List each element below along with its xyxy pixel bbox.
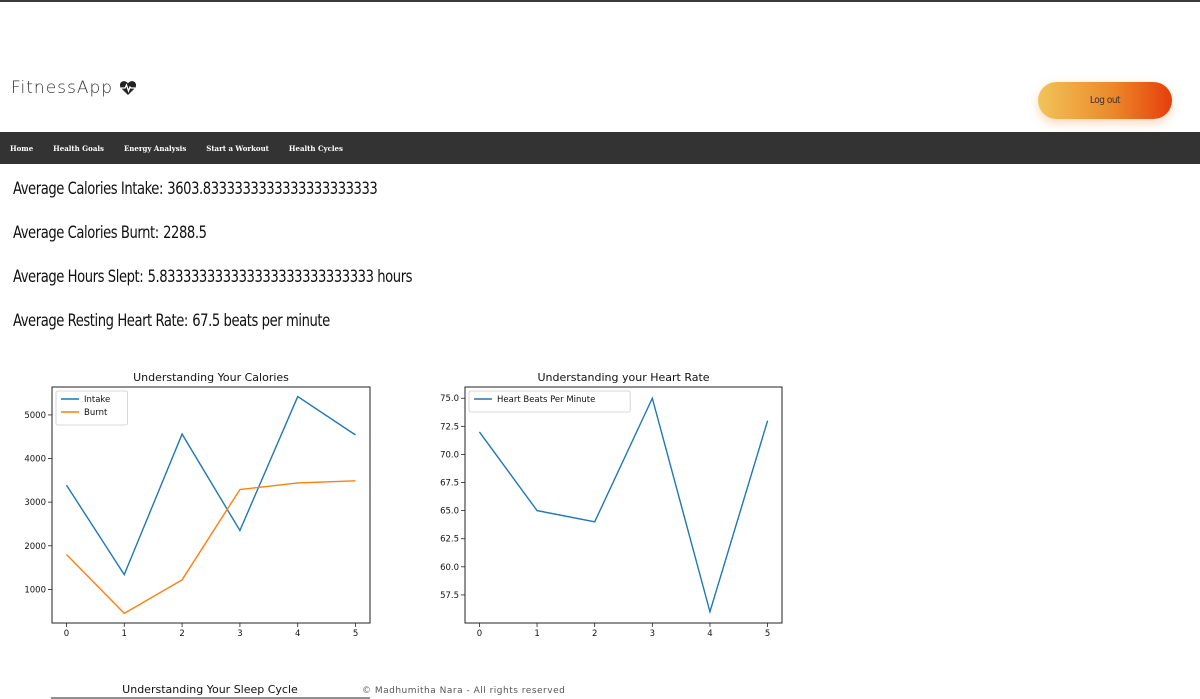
sleep-chart-title: Understanding Your Sleep Cycle [122,683,298,696]
nav-health-goals[interactable]: Health Goals [43,144,114,153]
y-tick-label: 5000 [24,411,46,421]
x-tick-label: 1 [534,629,539,639]
nav-start-workout[interactable]: Start a Workout [196,144,279,153]
series-line-burnt [65,480,356,615]
x-tick-label: 2 [179,629,184,639]
y-tick-label: 2000 [24,542,46,552]
x-tick-label: 1 [122,629,127,639]
heart-rate-chart: Understanding your Heart Rate 0 1 2 3 4 5 57.5 6… [440,371,783,639]
stat-label: Average Calories Intake: [13,179,163,199]
x-tick-label: 3 [237,629,242,639]
y-tick-label: 4000 [24,455,46,465]
legend-label: Heart Beats Per Minute [497,395,595,405]
x-tick-label: 4 [707,629,712,639]
y-tick-label: 75.0 [440,394,459,404]
stat-hours-slept: Average Hours Slept: 5.833333333333333333… [13,267,413,287]
nav-home[interactable]: Home [0,144,43,153]
footer-copyright: © Madhumitha Nara - All rights reserved [362,686,566,696]
x-tick-label: 5 [765,629,770,639]
chart-title: Understanding Your Calories [133,371,289,384]
stat-value: 2288.5 [163,223,207,243]
y-tick-label: 65.0 [440,507,459,517]
nav-energy-analysis[interactable]: Energy Analysis [114,144,196,153]
y-tick-label: 57.5 [440,591,459,601]
x-tick-label: 0 [64,629,69,639]
stat-calories-intake: Average Calories Intake: 3603.83333333333… [13,179,378,199]
y-tick-label: 3000 [24,498,46,508]
y-tick-label: 72.5 [440,422,459,432]
x-tick-label: 0 [477,629,482,639]
stat-label: Average Calories Burnt: [13,223,159,243]
stat-resting-heart-rate: Average Resting Heart Rate: 67.5 beats pe… [13,311,330,331]
y-tick-label: 62.5 [440,535,459,545]
nav-bar: Home Health Goals Energy Analysis Start … [0,132,1200,164]
stat-value: 3603.8333333333333333333333 [167,179,378,199]
chart-title: Understanding your Heart Rate [537,371,709,384]
y-tick-label: 67.5 [440,479,459,489]
plot-frame [464,386,783,624]
stat-calories-burnt: Average Calories Burnt: 2288.5 [13,223,207,243]
stat-value: 67.5 beats per minute [192,311,330,331]
stat-label: Average Resting Heart Rate: [13,311,188,331]
top-border [0,0,1200,2]
x-tick-label: 4 [295,629,300,639]
y-tick-label: 1000 [24,585,46,595]
heart-pulse-icon [119,80,137,96]
legend-label: Burnt [84,408,108,418]
y-tick-label: 70.0 [440,450,459,460]
sleep-chart: Understanding Your Sleep Cycle [51,683,370,699]
brand[interactable]: FitnessApp [11,78,137,98]
nav-health-cycles[interactable]: Health Cycles [279,144,353,153]
stat-value: 5.833333333333333333333333333 hours [147,267,413,287]
y-tick-label: 60.0 [440,563,459,573]
legend-label: Intake [84,395,110,405]
x-tick-label: 5 [353,629,358,639]
series-line-heart-beats-per-minute [478,396,769,615]
logout-button[interactable]: Log out [1038,82,1172,119]
x-tick-label: 3 [650,629,655,639]
x-tick-label: 2 [592,629,597,639]
calories-chart: Understanding Your Calories 0 1 2 3 4 5 1000 200… [24,371,371,639]
app-title: FitnessApp [11,78,114,98]
stat-label: Average Hours Slept: [13,267,144,287]
